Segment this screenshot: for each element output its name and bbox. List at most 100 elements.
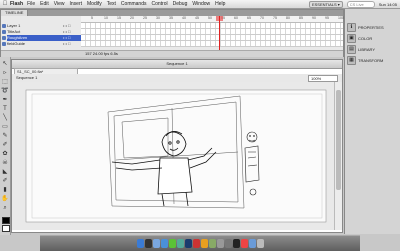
frame-ruler[interactable]: 5101520253035404550556065707580859095100 xyxy=(81,16,344,23)
menu-edit[interactable]: Edit xyxy=(40,1,49,7)
arrow-tool-icon[interactable]: ↖ xyxy=(1,60,9,68)
mail-icon[interactable] xyxy=(152,239,160,248)
illustrator-icon[interactable] xyxy=(200,239,208,248)
pencil-tool-icon[interactable]: ✎ xyxy=(1,132,9,140)
vertical-scrollbar[interactable] xyxy=(334,82,342,230)
menu-control[interactable]: Control xyxy=(152,1,168,7)
menu-debug[interactable]: Debug xyxy=(173,1,188,7)
eraser-tool-icon[interactable]: ▮ xyxy=(1,186,9,194)
panel-label: COLOR xyxy=(358,36,373,41)
ruler-tick: 40 xyxy=(182,16,186,20)
ruler-tick: 90 xyxy=(312,16,316,20)
layer-name[interactable]: fieldGuide xyxy=(7,41,69,47)
tab-timeline[interactable]: TIMELINE xyxy=(1,10,29,16)
layer-visibility-lock-icons[interactable]: • • □ xyxy=(63,41,81,47)
paint-bucket-tool-icon[interactable]: ◣ xyxy=(1,168,9,176)
menu-text[interactable]: Text xyxy=(107,1,116,7)
menu-window[interactable]: Window xyxy=(192,1,210,7)
mac-dock xyxy=(40,235,360,251)
lasso-tool-icon[interactable]: ➰ xyxy=(1,87,9,95)
bone-tool-icon[interactable]: ☠ xyxy=(1,159,9,167)
apple-menu-icon[interactable]:  xyxy=(0,1,10,7)
cs-live-search[interactable]: CS Live xyxy=(346,0,375,8)
layer-icon xyxy=(2,30,6,34)
layer-icon xyxy=(2,42,6,46)
menu-commands[interactable]: Commands xyxy=(121,1,147,7)
library-icon: ▤ xyxy=(347,45,356,54)
menubar-clock: Sun 14:05 xyxy=(378,1,397,7)
ruler-tick: 10 xyxy=(104,16,108,20)
itunes-icon[interactable] xyxy=(176,239,184,248)
ruler-tick: 15 xyxy=(117,16,121,20)
menu-file[interactable]: File xyxy=(27,1,35,7)
menu-insert[interactable]: Insert xyxy=(70,1,83,7)
ruler-tick: 85 xyxy=(299,16,303,20)
properties-icon: ℹ xyxy=(347,23,356,32)
breadcrumb[interactable]: Sequence 1 xyxy=(16,75,37,80)
panel-item-transform[interactable]: ▦ TRANSFORM xyxy=(347,56,399,65)
workspace-switcher[interactable]: ESSENTIALS ▾ xyxy=(308,0,343,8)
stroke-color-swatch[interactable] xyxy=(2,217,10,224)
ruler-tick: 50 xyxy=(208,16,212,20)
free-transform-tool-icon[interactable]: ⬚ xyxy=(1,78,9,86)
bridge-icon[interactable] xyxy=(208,239,216,248)
menu-modify[interactable]: Modify xyxy=(87,1,102,7)
panel-label: TRANSFORM xyxy=(358,58,384,63)
menu-view[interactable]: View xyxy=(54,1,65,7)
line-tool-icon[interactable]: ╲ xyxy=(1,114,9,122)
layer-icon xyxy=(2,36,6,40)
stage-canvas[interactable] xyxy=(12,82,334,230)
finder-icon[interactable] xyxy=(136,239,144,248)
ruler-tick: 75 xyxy=(273,16,277,20)
ichat-icon[interactable] xyxy=(168,239,176,248)
ruler-tick: 70 xyxy=(260,16,264,20)
scrollbar-thumb[interactable] xyxy=(336,90,341,190)
subselect-tool-icon[interactable]: ▹ xyxy=(1,69,9,77)
calendar-icon[interactable] xyxy=(240,239,248,248)
timeline-status-text: 157 24.00 fps 6.5s xyxy=(85,51,118,56)
ruler-tick: 35 xyxy=(169,16,173,20)
system-prefs-icon[interactable] xyxy=(224,239,232,248)
panel-item-color[interactable]: ▣ COLOR xyxy=(347,34,399,43)
menu-help[interactable]: Help xyxy=(215,1,225,7)
transform-icon: ▦ xyxy=(347,56,356,65)
terminal-icon[interactable] xyxy=(232,239,240,248)
timeline-panel: TIMELINE 5101520253035404550556065707580… xyxy=(0,9,344,57)
folder-icon[interactable] xyxy=(248,239,256,248)
ruler-tick: 20 xyxy=(130,16,134,20)
panel-label: LIBRARY xyxy=(358,47,376,52)
zoom-select[interactable]: 100% xyxy=(308,75,338,82)
ruler-tick: 5 xyxy=(91,16,93,20)
zoom-tool-icon[interactable]: ⌕ xyxy=(1,204,9,212)
photoshop-icon[interactable] xyxy=(184,239,192,248)
panel-dock: ℹ PROPERTIES ▣ COLOR ▤ LIBRARY ▦ TRANSFORM xyxy=(344,9,400,234)
deco-tool-icon[interactable]: ✿ xyxy=(1,150,9,158)
fill-color-swatch[interactable] xyxy=(2,225,10,232)
menu-bar:  Flash File Edit View Insert Modify Tex… xyxy=(0,0,400,9)
ruler-tick: 95 xyxy=(325,16,329,20)
flash-icon[interactable] xyxy=(192,239,200,248)
preview-icon[interactable] xyxy=(216,239,224,248)
panel-item-properties[interactable]: ℹ PROPERTIES xyxy=(347,23,399,32)
rectangle-tool-icon[interactable]: ▭ xyxy=(1,123,9,131)
ruler-tick: 100 xyxy=(338,16,344,20)
brush-tool-icon[interactable]: ✐ xyxy=(1,141,9,149)
hand-tool-icon[interactable]: ✋ xyxy=(1,195,9,203)
safari-icon[interactable] xyxy=(160,239,168,248)
ruler-tick: 80 xyxy=(286,16,290,20)
panel-label: PROPERTIES xyxy=(358,25,384,30)
ruler-tick: 25 xyxy=(143,16,147,20)
ruler-tick: 65 xyxy=(247,16,251,20)
eyedropper-tool-icon[interactable]: ✐ xyxy=(1,177,9,185)
rough-sketch xyxy=(25,89,327,223)
color-icon: ▣ xyxy=(347,34,356,43)
dashboard-icon[interactable] xyxy=(144,239,152,248)
timeline-layer[interactable]: fieldGuide • • □ xyxy=(1,41,343,47)
panel-item-library[interactable]: ▤ LIBRARY xyxy=(347,45,399,54)
app-menu[interactable]: Flash xyxy=(10,1,23,7)
timeline-status-bar: 157 24.00 fps 6.5s xyxy=(1,50,343,57)
layer-frames[interactable] xyxy=(81,41,343,47)
trash-icon[interactable] xyxy=(256,239,264,248)
text-tool-icon[interactable]: T xyxy=(1,105,9,113)
pen-tool-icon[interactable]: ✒ xyxy=(1,96,9,104)
